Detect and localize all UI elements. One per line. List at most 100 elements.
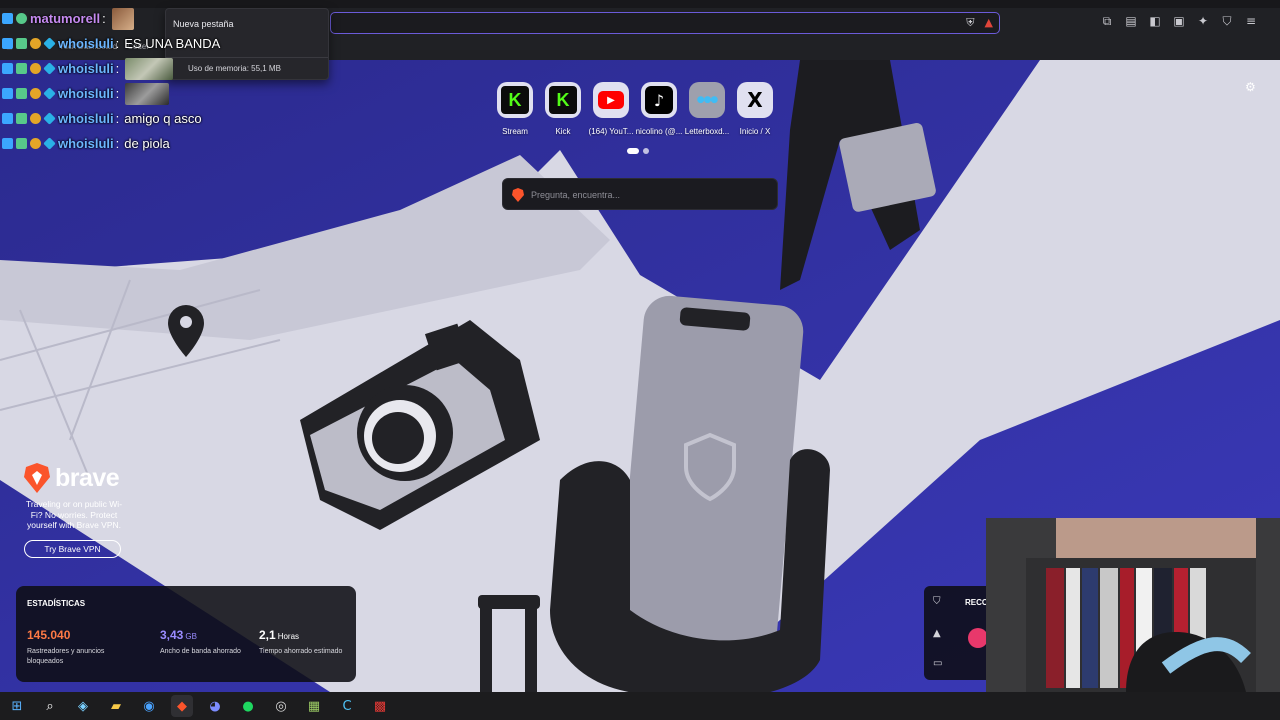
leo-ai-icon[interactable]: ✦: [1196, 14, 1210, 29]
app-icon[interactable]: ▩: [369, 695, 391, 717]
subscriber-badge-icon: [16, 38, 27, 49]
brave-wordmark: brave: [55, 463, 120, 492]
subscriber-badge-icon: [16, 113, 27, 124]
stat-time: 2,1 Horas Tiempo ahorrado estimado: [259, 626, 354, 657]
moderator-badge-icon: [2, 38, 13, 49]
brave-vpn-promo: brave Traveling or on public Wi-Fi? No w…: [24, 463, 154, 558]
subscriber-badge-icon: [16, 88, 27, 99]
cube-badge-icon: [43, 137, 56, 150]
kick-icon: K: [545, 82, 581, 118]
stat-value: 145.040: [27, 628, 71, 642]
moderator-badge-icon: [2, 113, 13, 124]
subscriber-badge-icon: [16, 138, 27, 149]
chrome-icon[interactable]: ◉: [138, 695, 160, 717]
stats-widget: ESTADÍSTICAS 145.040 Rastreadores y anun…: [16, 586, 356, 682]
brave-icon[interactable]: ◆: [171, 695, 193, 717]
windows-icon[interactable]: ⊞: [6, 695, 28, 717]
extensions-icon[interactable]: ⧉: [1100, 14, 1114, 29]
stat-caption: Rastreadores y anuncios bloqueados: [27, 648, 105, 665]
stat-bandwidth: 3,43 GB Ancho de banda ahorrado: [160, 626, 255, 657]
obs-icon[interactable]: ◎: [270, 695, 292, 717]
copilot-icon[interactable]: ◈: [72, 695, 94, 717]
chat-username: matumorell: [30, 11, 101, 26]
top-site-stream[interactable]: K Stream: [495, 82, 535, 136]
rewards-icon[interactable]: ▲: [933, 628, 941, 639]
brave-shields-icon[interactable]: ⛨: [966, 16, 974, 30]
gift-badge-icon: [30, 63, 41, 74]
pager-dot-active[interactable]: [627, 148, 639, 154]
chat-emote-image: [111, 7, 134, 30]
menu-icon[interactable]: ≡: [1244, 14, 1258, 29]
kick-icon: K: [497, 82, 533, 118]
cube-badge-icon: [43, 87, 56, 100]
chat-separator: :: [102, 11, 106, 26]
stat-trackers: 145.040 Rastreadores y anuncios bloquead…: [27, 626, 122, 667]
stat-value: 2,1: [259, 628, 276, 642]
gift-badge-icon: [30, 138, 41, 149]
chat-separator: :: [115, 136, 120, 151]
pager-dot[interactable]: [643, 148, 649, 154]
stat-unit: GB: [185, 632, 197, 641]
shield-icon[interactable]: ⛉: [933, 596, 941, 607]
wallet-icon[interactable]: ▣: [1172, 14, 1186, 29]
brave-lion-icon: [24, 463, 50, 493]
chat-separator: :: [115, 86, 120, 101]
windows-taskbar: ⊞ ⌕ ◈ ▰ ◉ ◆ ◕ ● ◎ ▦ C ▩: [0, 692, 1280, 720]
file-explorer-icon[interactable]: ▰: [105, 695, 127, 717]
side-widget-label: RECO: [965, 598, 989, 607]
stat-value: 3,43: [160, 628, 184, 642]
reading-list-icon[interactable]: ▤: [1124, 14, 1138, 29]
sidebar-toggle-icon[interactable]: ◧: [1148, 14, 1162, 29]
customize-gear-icon[interactable]: ⚙: [1245, 80, 1256, 94]
verified-badge-icon: [16, 13, 27, 24]
top-sites-pager[interactable]: [627, 148, 649, 154]
game-icon[interactable]: ▦: [303, 695, 325, 717]
x-icon: X: [737, 82, 773, 118]
chat-username: whoisluli: [58, 36, 114, 51]
chat-text: de piola: [124, 136, 170, 151]
moderator-badge-icon: [2, 63, 13, 74]
promo-text: Traveling or on public Wi-Fi? No worries…: [25, 499, 123, 530]
try-brave-vpn-button[interactable]: Try Brave VPN: [24, 539, 121, 558]
top-site-kick[interactable]: K Kick: [543, 82, 583, 136]
subscriber-badge-icon: [16, 63, 27, 74]
chat-emote-image: [125, 57, 174, 80]
chat-message: whoisluli:: [2, 56, 332, 81]
search-box[interactable]: [502, 178, 778, 210]
moderator-badge-icon: [2, 88, 13, 99]
discord-icon[interactable]: ◕: [204, 695, 226, 717]
top-site-letterboxd[interactable]: ●●● Letterboxd...: [685, 82, 729, 136]
search-input[interactable]: [531, 186, 761, 204]
chat-message: whoisluli:: [2, 81, 332, 106]
vpn-icon[interactable]: ⛉: [1220, 14, 1234, 29]
chat-username: whoisluli: [58, 61, 114, 76]
search-icon[interactable]: ⌕: [39, 695, 61, 717]
gift-badge-icon: [30, 113, 41, 124]
address-bar[interactable]: ⛨ ▲: [330, 12, 1000, 34]
talk-icon[interactable]: [968, 628, 988, 648]
top-site-label: Inicio / X: [739, 127, 771, 136]
stream-chat-overlay: matumorell: whoisluli: ES UNA BANDA whoi…: [2, 6, 332, 156]
chat-emote-image: [125, 82, 170, 105]
top-site-tiktok[interactable]: ♪ nicolino (@...: [636, 82, 682, 136]
cube-badge-icon: [43, 62, 56, 75]
chat-username: whoisluli: [58, 86, 114, 101]
gift-badge-icon: [30, 38, 41, 49]
screen: ⛨ ▲ ⧉ ▤ ◧ ▣ ✦ ⛉ ≡ ⊞ Kick Dashboard Codel…: [0, 0, 1280, 720]
moderator-badge-icon: [2, 13, 13, 24]
cube-badge-icon: [43, 37, 56, 50]
spotify-icon[interactable]: ●: [237, 695, 259, 717]
letterboxd-icon: ●●●: [689, 82, 725, 118]
ccleaner-icon[interactable]: C: [336, 695, 358, 717]
news-icon[interactable]: ▭: [933, 658, 942, 669]
stat-unit: Horas: [277, 632, 300, 641]
chat-text: ES UNA BANDA: [124, 36, 221, 51]
top-site-x[interactable]: X Inicio / X: [735, 82, 775, 136]
brave-rewards-icon[interactable]: ▲: [985, 16, 993, 30]
brave-lion-icon: [512, 188, 524, 202]
tiktok-icon: ♪: [641, 82, 677, 118]
chat-text: amigo q asco: [124, 111, 202, 126]
top-site-youtube[interactable]: ▶ (164) YouT...: [589, 82, 633, 136]
chat-message: whoisluli: de piola: [2, 131, 332, 156]
side-widget: ⛉ ▲ ▭ RECO: [924, 586, 988, 680]
